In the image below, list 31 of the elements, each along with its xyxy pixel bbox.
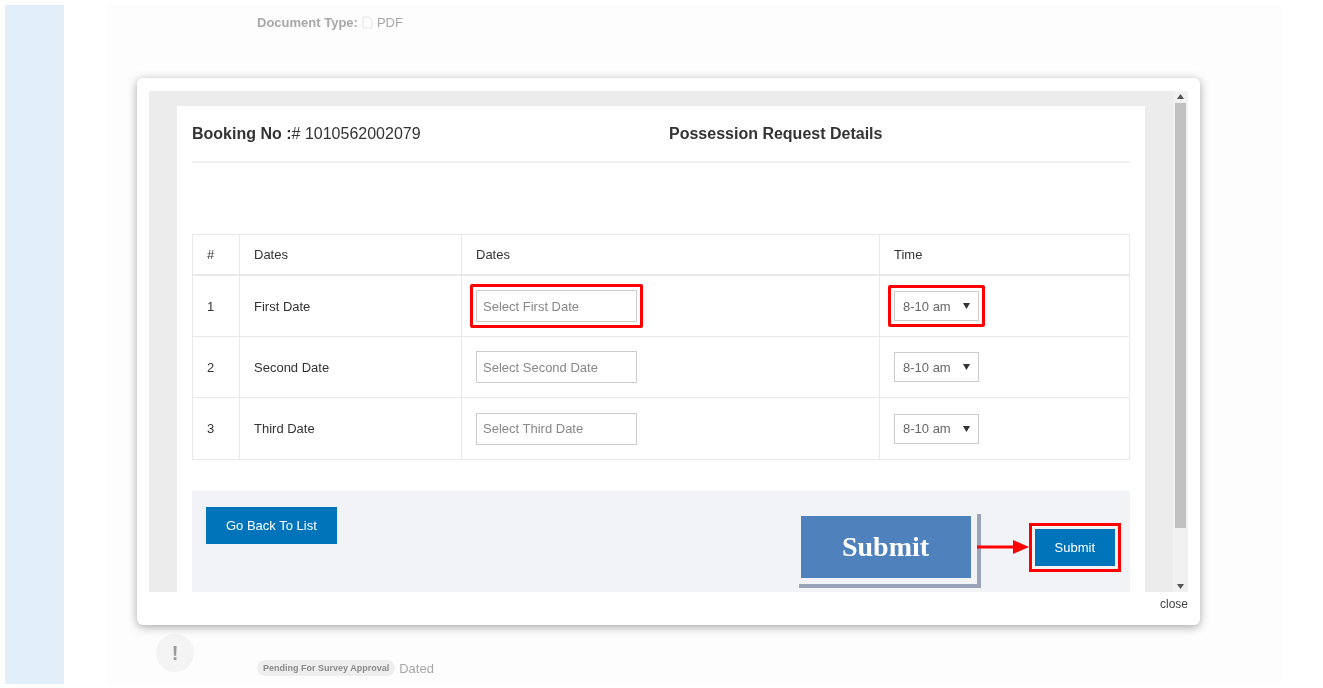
table-cell: Second Date [254, 359, 330, 375]
table-cell: First Date [254, 298, 311, 314]
column-header: Dates [476, 247, 510, 262]
date-field[interactable]: Select First Date [476, 290, 637, 322]
scroll-up-icon[interactable] [1177, 94, 1184, 99]
status-badge: Pending For Survey Approval [257, 660, 396, 676]
scroll-down-icon[interactable] [1177, 584, 1184, 589]
table-cell: 1 [207, 298, 215, 314]
time-select[interactable]: 8-10 am [894, 291, 979, 321]
booking-number: Booking No :# 1010562002079 [192, 124, 422, 143]
caret-icon [963, 303, 970, 309]
column-header: Time [894, 247, 923, 262]
dated-label: Dated [399, 660, 434, 676]
modal-title: Possession Request Details [669, 124, 884, 143]
back-button[interactable]: Go Back To List [206, 507, 337, 544]
document-type-label: Document Type: [257, 15, 358, 30]
table-cell: 3 [207, 421, 215, 436]
table-cell: 2 [207, 359, 215, 375]
caret-icon [963, 364, 970, 370]
column-header: # [207, 247, 215, 262]
column-header: Dates [254, 247, 288, 262]
close-link[interactable]: close [1160, 597, 1188, 611]
document-type-value: PDF [376, 15, 403, 30]
scrollbar[interactable] [1173, 91, 1188, 592]
date-field[interactable]: Select Third Date [476, 412, 637, 445]
table-cell: Third Date [254, 421, 315, 436]
date-field[interactable]: Select Second Date [476, 351, 637, 383]
caret-icon [963, 425, 970, 432]
time-select[interactable]: 8-10 am [894, 352, 979, 382]
time-select[interactable]: 8-10 am [894, 413, 979, 444]
submit-button[interactable]: Submit [1034, 528, 1115, 566]
